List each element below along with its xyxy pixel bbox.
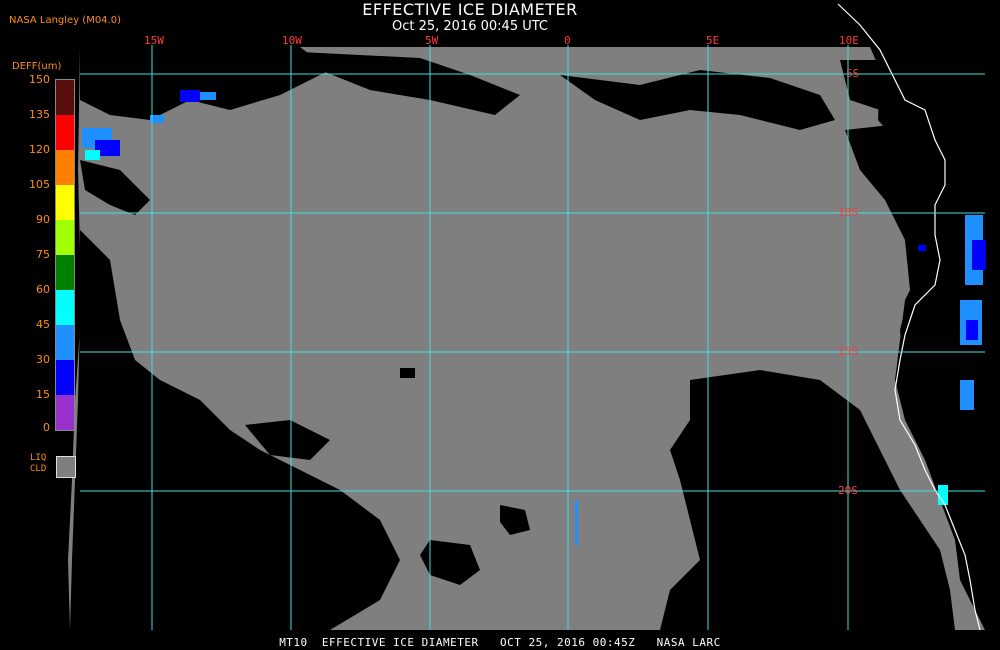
colorbar-segment <box>56 255 74 290</box>
source-label: NASA Langley (M04.0) <box>9 15 121 26</box>
lon-label-5e: 5E <box>706 34 720 47</box>
colorbar-tick: 15 <box>36 388 50 401</box>
colorbar-segment <box>56 290 74 325</box>
lon-label-0: 0 <box>564 34 571 47</box>
colorbar-segment <box>56 220 74 255</box>
colorbar-segment <box>56 325 74 360</box>
liquid-cloud-label-line1: LIQ <box>30 453 47 463</box>
lat-label-10s: 10S <box>838 206 858 219</box>
colorbar-tick: 45 <box>36 318 50 331</box>
liquid-cloud-label-line2: CLD <box>30 464 47 474</box>
chart-title: EFFECTIVE ICE DIAMETER <box>362 0 578 19</box>
colorbar-segment <box>56 115 74 150</box>
colorbar-tick: 30 <box>36 353 50 366</box>
colorbar-tick: 150 <box>29 73 50 86</box>
colorbar-tick: 90 <box>36 213 50 226</box>
footer-caption: MT10 EFFECTIVE ICE DIAMETER OCT 25, 2016… <box>279 636 721 649</box>
lon-label-15w: 15W <box>144 34 164 47</box>
lon-label-5w: 5W <box>425 34 439 47</box>
lat-label-20s: 20S <box>838 484 858 497</box>
colorbar-tick: 120 <box>29 143 50 156</box>
colorbar-tick: 0 <box>43 421 50 434</box>
colorbar-segment <box>56 150 74 185</box>
colorbar-segment <box>56 80 74 115</box>
colorbar-segment <box>56 185 74 220</box>
legend-unit-label: DEFF(um) <box>12 61 62 72</box>
timestamp-subtitle: Oct 25, 2016 00:45 UTC <box>392 19 548 34</box>
lat-label-5s: 5S <box>846 67 860 80</box>
liquid-cloud-label: LIQ CLD <box>30 453 46 475</box>
colorbar-tick: 105 <box>29 178 50 191</box>
colorbar-segment <box>56 360 74 395</box>
colorbar-tick: 75 <box>36 248 50 261</box>
lat-label-15s: 15S <box>838 345 858 358</box>
liquid-cloud-swatch <box>56 456 76 478</box>
colorbar-tick: 135 <box>29 108 50 121</box>
lon-label-10e: 10E <box>839 34 859 47</box>
satellite-map <box>68 3 1000 631</box>
lon-label-10w: 10W <box>282 34 302 47</box>
colorbar-tick: 60 <box>36 283 50 296</box>
colorbar-segment <box>56 395 74 430</box>
colorbar <box>55 79 75 431</box>
